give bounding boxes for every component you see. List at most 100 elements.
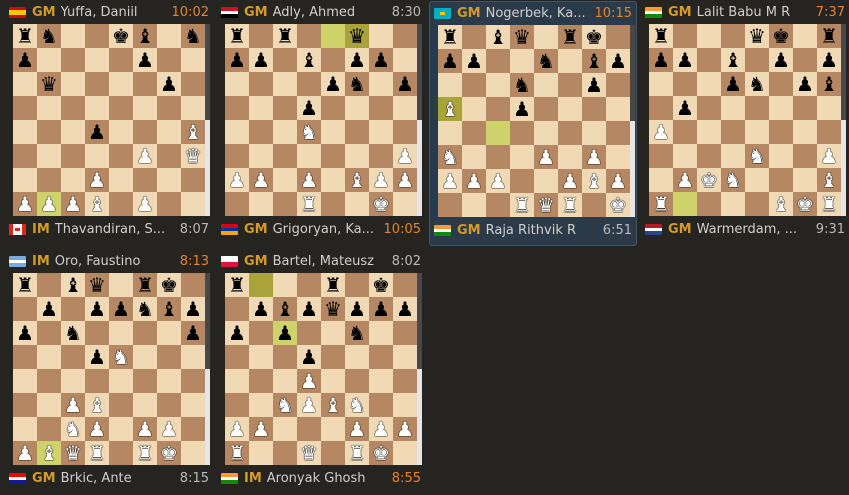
square-e4[interactable] bbox=[321, 120, 345, 144]
square-f2[interactable]: ♟ bbox=[345, 417, 369, 441]
square-g4[interactable] bbox=[157, 120, 181, 144]
white-rook-icon[interactable]: ♜ bbox=[88, 441, 106, 465]
square-d4[interactable]: ♞ bbox=[297, 120, 321, 144]
black-pawn-icon[interactable]: ♟ bbox=[88, 345, 106, 369]
square-d4[interactable]: ♟ bbox=[297, 369, 321, 393]
square-c3[interactable]: ♟ bbox=[61, 393, 85, 417]
square-d2[interactable] bbox=[297, 417, 321, 441]
player-name[interactable]: Nogerbek, Ka... bbox=[486, 6, 589, 21]
chess-board[interactable]: ♜ ♝ ♛ ♜ ♚ ♟ ♟ ♟ ♞ ♝ ♟ ♟ ♞ ♟ ♟ ♞ ♟ ♝ ♞ ♟ ♟ ♟ ♟ ♝ ♛ ♜ ♜ ♚ bbox=[13, 273, 205, 465]
square-g7[interactable] bbox=[793, 48, 817, 72]
square-a1[interactable]: ♟ bbox=[13, 441, 37, 465]
square-h6[interactable]: ♟ bbox=[393, 72, 417, 96]
square-g8[interactable]: ♚ bbox=[369, 273, 393, 297]
black-pawn-icon[interactable]: ♟ bbox=[88, 120, 106, 144]
square-d7[interactable]: ♟ bbox=[85, 297, 109, 321]
square-h7[interactable] bbox=[181, 48, 205, 72]
square-d8[interactable]: ♛ bbox=[510, 25, 534, 49]
square-b5[interactable]: ♟ bbox=[673, 96, 697, 120]
square-h4[interactable]: ♝ bbox=[181, 120, 205, 144]
square-c4[interactable] bbox=[486, 121, 510, 145]
square-d7[interactable] bbox=[510, 49, 534, 73]
square-g3[interactable] bbox=[157, 393, 181, 417]
square-e1[interactable] bbox=[745, 192, 769, 216]
square-f3[interactable]: ♟ bbox=[133, 144, 157, 168]
square-f4[interactable] bbox=[558, 121, 582, 145]
black-pawn-icon[interactable]: ♟ bbox=[184, 321, 202, 345]
square-h6[interactable] bbox=[393, 321, 417, 345]
square-f2[interactable]: ♝ bbox=[345, 168, 369, 192]
square-e7[interactable] bbox=[321, 48, 345, 72]
square-f7[interactable]: ♟ bbox=[345, 48, 369, 72]
square-b7[interactable]: ♟ bbox=[673, 48, 697, 72]
square-e8[interactable]: ♚ bbox=[109, 24, 133, 48]
square-e6[interactable] bbox=[109, 321, 133, 345]
white-rook-icon[interactable]: ♜ bbox=[820, 192, 838, 216]
square-h8[interactable]: ♞ bbox=[181, 24, 205, 48]
square-g7[interactable]: ♟ bbox=[369, 48, 393, 72]
square-h7[interactable]: ♟ bbox=[393, 297, 417, 321]
square-c6[interactable] bbox=[486, 73, 510, 97]
white-bishop-icon[interactable]: ♝ bbox=[88, 393, 106, 417]
white-bishop-icon[interactable]: ♝ bbox=[441, 97, 459, 121]
square-h3[interactable] bbox=[393, 393, 417, 417]
square-a7[interactable]: ♟ bbox=[13, 48, 37, 72]
black-knight-icon[interactable]: ♞ bbox=[184, 24, 202, 48]
square-g4[interactable] bbox=[369, 120, 393, 144]
square-g5[interactable] bbox=[157, 96, 181, 120]
square-a2[interactable]: ♟ bbox=[225, 168, 249, 192]
square-h6[interactable] bbox=[181, 72, 205, 96]
square-c8[interactable]: ♝ bbox=[61, 273, 85, 297]
square-c6[interactable] bbox=[697, 72, 721, 96]
square-d7[interactable] bbox=[85, 48, 109, 72]
square-b6[interactable] bbox=[462, 73, 486, 97]
black-king-icon[interactable]: ♚ bbox=[112, 24, 130, 48]
square-e2[interactable] bbox=[321, 417, 345, 441]
square-e2[interactable] bbox=[109, 417, 133, 441]
square-d6[interactable] bbox=[297, 72, 321, 96]
white-pawn-icon[interactable]: ♟ bbox=[136, 192, 154, 216]
square-e6[interactable]: ♞ bbox=[745, 72, 769, 96]
black-pawn-icon[interactable]: ♟ bbox=[513, 97, 531, 121]
square-h5[interactable] bbox=[393, 96, 417, 120]
square-g6[interactable] bbox=[157, 321, 181, 345]
square-b1[interactable] bbox=[673, 192, 697, 216]
white-knight-icon[interactable]: ♞ bbox=[724, 168, 742, 192]
square-g5[interactable] bbox=[369, 345, 393, 369]
square-c1[interactable] bbox=[273, 192, 297, 216]
square-e4[interactable] bbox=[321, 369, 345, 393]
square-d4[interactable]: ♟ bbox=[85, 120, 109, 144]
square-b1[interactable] bbox=[462, 193, 486, 217]
white-pawn-icon[interactable]: ♟ bbox=[300, 168, 318, 192]
square-a8[interactable]: ♜ bbox=[13, 273, 37, 297]
black-pawn-icon[interactable]: ♟ bbox=[300, 297, 318, 321]
square-f4[interactable] bbox=[133, 369, 157, 393]
square-d1[interactable] bbox=[721, 192, 745, 216]
square-b8[interactable]: ♞ bbox=[37, 24, 61, 48]
square-h5[interactable] bbox=[817, 96, 841, 120]
player-name[interactable]: Bartel, Mateusz bbox=[273, 254, 386, 269]
square-f6[interactable] bbox=[558, 73, 582, 97]
square-h8[interactable] bbox=[393, 24, 417, 48]
white-knight-icon[interactable]: ♞ bbox=[441, 145, 459, 169]
square-b3[interactable] bbox=[462, 145, 486, 169]
black-king-icon[interactable]: ♚ bbox=[585, 25, 603, 49]
player-name[interactable]: Adly, Ahmed bbox=[273, 5, 386, 20]
square-h7[interactable]: ♟ bbox=[181, 297, 205, 321]
square-f8[interactable] bbox=[345, 273, 369, 297]
square-d6[interactable] bbox=[297, 321, 321, 345]
game-card[interactable]: GM Bartel, Mateusz 8:02 ♜ ♜ ♚ ♟ ♝ ♟ ♛ ♟ ♟ ♟ ♟ ♟ ♞ ♟ ♟ ♞… bbox=[217, 250, 425, 495]
white-rook-icon[interactable]: ♜ bbox=[513, 193, 531, 217]
square-c3[interactable] bbox=[61, 144, 85, 168]
square-f3[interactable]: ♞ bbox=[345, 393, 369, 417]
square-a2[interactable] bbox=[649, 168, 673, 192]
bottom-player-row[interactable]: GM Brkic, Ante 8:15 bbox=[5, 468, 213, 488]
white-pawn-icon[interactable]: ♟ bbox=[88, 168, 106, 192]
player-name[interactable]: Thavandiran, S... bbox=[55, 222, 174, 237]
square-f5[interactable] bbox=[769, 96, 793, 120]
white-pawn-icon[interactable]: ♟ bbox=[396, 144, 414, 168]
square-f8[interactable]: ♝ bbox=[133, 24, 157, 48]
black-knight-icon[interactable]: ♞ bbox=[513, 73, 531, 97]
white-pawn-icon[interactable]: ♟ bbox=[300, 393, 318, 417]
square-b7[interactable]: ♟ bbox=[37, 297, 61, 321]
